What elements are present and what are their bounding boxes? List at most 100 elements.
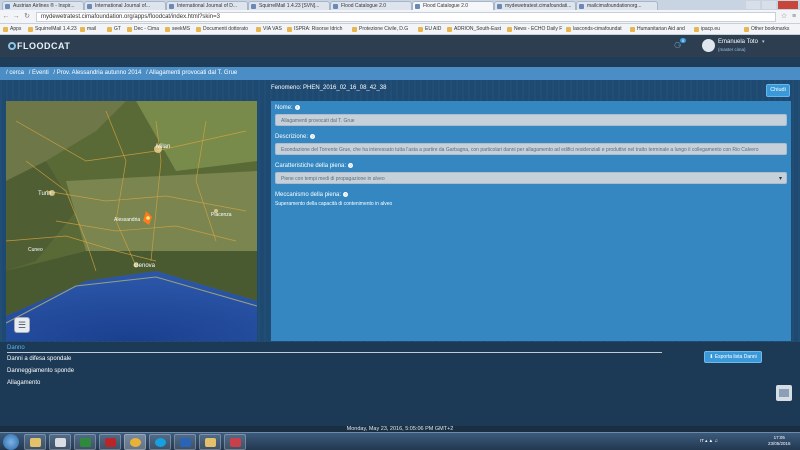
map-label-turin: Turin bbox=[38, 191, 51, 197]
bookmark-item[interactable]: EU AID bbox=[418, 26, 441, 32]
breadcrumb-item[interactable]: / cerca bbox=[6, 70, 24, 76]
map-view[interactable]: Milan Turin Genova Piacenza Alessandria … bbox=[6, 101, 257, 341]
bookmark-icon bbox=[694, 27, 699, 32]
bookmark-label: ADRION_South-East bbox=[454, 26, 501, 32]
tab-favicon-icon bbox=[497, 4, 502, 9]
bookmark-item[interactable]: seekMS bbox=[165, 26, 190, 32]
taskbar-app[interactable] bbox=[199, 434, 221, 450]
bookmark-item[interactable]: Protezione Civile, D.G bbox=[352, 26, 408, 32]
bookmark-label: EU AID bbox=[425, 26, 442, 32]
damages-divider bbox=[7, 352, 662, 353]
back-icon[interactable]: ← bbox=[2, 13, 10, 21]
bookmark-item[interactable]: ADRION_South-East bbox=[447, 26, 501, 32]
taskbar: IT ▴ ▲ ♫ 17:05 23/05/2016 bbox=[0, 432, 800, 450]
clock[interactable]: 17:05 23/05/2016 bbox=[768, 435, 791, 447]
clock-date: 23/05/2016 bbox=[768, 441, 791, 446]
browser-tab[interactable]: International Journal of D... bbox=[166, 1, 248, 10]
bookmark-item[interactable]: Apps bbox=[3, 26, 21, 32]
descrizione-field[interactable]: Esondazione del Torrente Grue, che ha in… bbox=[275, 143, 787, 155]
caratteristiche-select[interactable]: Piene con tempi medi di propagazione in … bbox=[275, 172, 787, 184]
bookmark-item[interactable]: ISPRA: Risorse Idrich bbox=[287, 26, 342, 32]
browser-tab[interactable]: Flood Catalogue 2.0 bbox=[330, 1, 412, 10]
taskbar-app-active[interactable] bbox=[124, 434, 146, 450]
acrobat-icon bbox=[105, 438, 116, 447]
damage-item[interactable]: Danneggiamento sponde bbox=[7, 368, 74, 374]
browser-tab[interactable]: International Journal of... bbox=[84, 1, 166, 10]
bookmark-item[interactable]: GT bbox=[107, 26, 121, 32]
taskbar-app[interactable] bbox=[49, 434, 71, 450]
layers-icon[interactable]: ☰ bbox=[14, 317, 30, 333]
export-damages-button[interactable]: ⬇ Esporta lista Danni bbox=[704, 351, 762, 363]
help-icon[interactable]: ? bbox=[294, 105, 300, 110]
browser-tab-active[interactable]: Flood Catalogue 2.0 bbox=[412, 1, 494, 10]
bookmark-item[interactable]: Humanitarian Aid and bbox=[630, 26, 685, 32]
taskbar-app[interactable] bbox=[99, 434, 121, 450]
browser-tab[interactable]: SquirrelMail 1.4.23 [SVN]... bbox=[248, 1, 330, 10]
bookmark-item[interactable]: ipacp.eu bbox=[694, 26, 720, 32]
close-window-icon[interactable] bbox=[778, 1, 798, 9]
breadcrumb-item[interactable]: / Prov. Alessandria autunno 2014 bbox=[53, 70, 141, 76]
bookmark-item[interactable]: lasconds-cimafoundat bbox=[566, 26, 622, 32]
word-icon bbox=[180, 438, 191, 447]
explorer-icon bbox=[205, 438, 216, 447]
tab-label: SquirrelMail 1.4.23 [SVN]... bbox=[259, 3, 320, 9]
taskbar-app[interactable] bbox=[74, 434, 96, 450]
url-input[interactable]: mydewetratest.cimafoundation.org/apps/fl… bbox=[36, 12, 776, 22]
taskbar-app[interactable] bbox=[174, 434, 196, 450]
reload-icon[interactable]: ↻ bbox=[23, 13, 31, 21]
bookmark-label: Humanitarian Aid and bbox=[637, 26, 685, 32]
help-icon[interactable]: ? bbox=[310, 134, 316, 139]
damage-item[interactable]: Danni a difesa spondale bbox=[7, 356, 71, 362]
nome-field[interactable]: Allagamenti provocati dal T. Grue bbox=[275, 114, 787, 126]
bookmark-icon bbox=[107, 27, 112, 32]
bookmark-label: mail bbox=[87, 26, 97, 32]
tab-label: Flood Catalogue 2.0 bbox=[341, 3, 387, 9]
star-icon[interactable]: ☆ bbox=[780, 13, 788, 21]
bookmark-item[interactable]: Documenti dottorato bbox=[196, 26, 248, 32]
map-label-piacenza: Piacenza bbox=[211, 212, 232, 218]
maximize-icon[interactable] bbox=[762, 1, 776, 9]
bookmarks-bar: Apps SquirrelMail 1.4.23 mail GT Dec - C… bbox=[0, 24, 800, 35]
other-bookmarks[interactable]: Other bookmarks bbox=[744, 26, 789, 32]
help-icon[interactable]: ? bbox=[343, 192, 349, 197]
start-button[interactable] bbox=[3, 434, 19, 450]
app-logo[interactable]: FLOODCAT bbox=[8, 41, 70, 51]
tab-favicon-icon bbox=[251, 4, 256, 9]
browser-tab[interactable]: mydewetratest.cimafoundati... bbox=[494, 1, 576, 10]
minimize-icon[interactable] bbox=[746, 1, 760, 9]
close-button[interactable]: Chiudi bbox=[766, 84, 790, 97]
event-details-form: Nome:? Allagamenti provocati dal T. Grue… bbox=[271, 101, 791, 341]
taskbar-app[interactable] bbox=[24, 434, 46, 450]
menu-icon[interactable]: ≡ bbox=[790, 13, 798, 21]
bookmark-item[interactable]: Dec - Cima bbox=[127, 26, 159, 32]
damage-item[interactable]: Allagamento bbox=[7, 380, 40, 386]
bookmark-icon bbox=[630, 27, 635, 32]
bookmark-item[interactable]: SquirrelMail 1.4.23 bbox=[28, 26, 77, 32]
bookmark-icon bbox=[127, 27, 132, 32]
chrome-icon bbox=[130, 438, 141, 447]
logo-text: FLOODCAT bbox=[17, 41, 71, 51]
taskbar-app[interactable] bbox=[224, 434, 246, 450]
browser-tab[interactable]: Austrian Airlines ® - Inspir... bbox=[2, 1, 84, 10]
help-icon[interactable]: ? bbox=[348, 163, 354, 168]
browser-tab[interactable]: mailcimafoundationorg... bbox=[576, 1, 658, 10]
button-label: Esporta lista Danni bbox=[714, 354, 757, 360]
bookmark-item[interactable]: mail bbox=[80, 26, 96, 32]
map-label-genova: Genova bbox=[134, 263, 156, 269]
breadcrumb-item[interactable]: / Eventi bbox=[29, 70, 49, 76]
bookmark-label: seekMS bbox=[172, 26, 191, 32]
app-header: FLOODCAT ⚆ 0 Emanuela Toto (master cima)… bbox=[0, 35, 800, 57]
skype-icon bbox=[155, 438, 166, 447]
avatar[interactable] bbox=[702, 39, 715, 52]
user-role: (master cima) bbox=[718, 47, 746, 52]
nome-label: Nome:? bbox=[275, 105, 300, 111]
field-label: Meccanismo della piena: bbox=[275, 192, 342, 198]
chevron-down-icon[interactable]: ▾ bbox=[762, 39, 765, 45]
bookmark-item[interactable]: News - ECHO Daily F bbox=[507, 26, 562, 32]
user-name[interactable]: Emanuela Toto bbox=[718, 39, 758, 45]
system-tray[interactable]: IT ▴ ▲ ♫ bbox=[700, 438, 718, 444]
folder-icon bbox=[30, 438, 41, 447]
bookmark-item[interactable]: VIA VAS bbox=[256, 26, 282, 32]
forward-icon[interactable]: → bbox=[12, 13, 20, 21]
taskbar-app[interactable] bbox=[149, 434, 171, 450]
